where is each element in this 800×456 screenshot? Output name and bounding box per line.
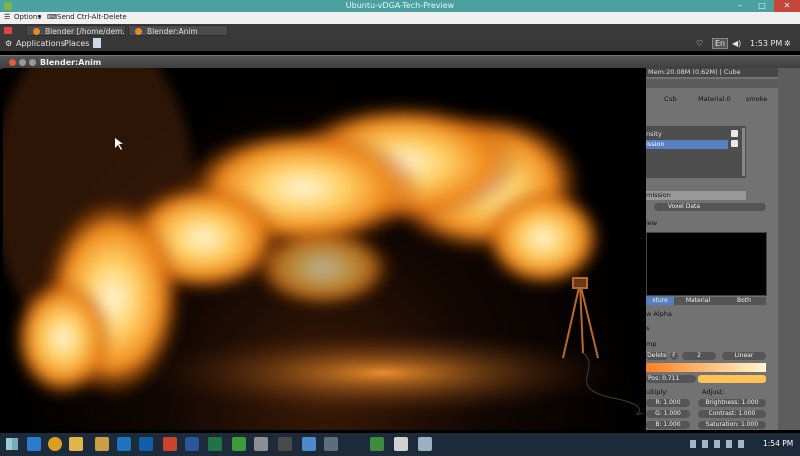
app-icon-vmware[interactable] — [370, 437, 384, 451]
blender-logo-icon — [4, 27, 12, 34]
app-icon-dark[interactable] — [324, 437, 338, 451]
lync-icon[interactable] — [117, 437, 131, 451]
volume-icon[interactable]: ◀) — [732, 39, 741, 48]
blender-icon — [33, 28, 40, 35]
r-field[interactable]: R: 1.000 — [646, 399, 690, 407]
ubuntu-window-list: Blender [/home/dem... Blender:Anim — [0, 24, 800, 38]
wifi-icon[interactable]: ♡ — [696, 39, 703, 48]
section-s: s — [646, 324, 650, 332]
g-field[interactable]: G: 1.000 — [646, 410, 690, 418]
word-icon[interactable] — [185, 437, 199, 451]
breadcrumb-smoke[interactable]: smoke — [746, 95, 767, 104]
delete-button[interactable]: Delete — [646, 352, 668, 360]
contrast-field[interactable]: Contrast: 1.000 — [698, 410, 766, 418]
ramp-header: mp — [646, 340, 657, 348]
adjust-label: Adjust: — [702, 388, 725, 396]
app-icon-gray[interactable] — [254, 437, 268, 451]
close-icon[interactable]: ✕ — [774, 0, 800, 12]
breadcrumb: Cub Material.0 smoke — [646, 95, 770, 104]
tray-icons[interactable] — [690, 440, 750, 448]
properties-scrollbar[interactable] — [778, 68, 800, 430]
texture-preview — [646, 232, 767, 296]
app-icon-remote[interactable] — [394, 437, 408, 451]
settings-gear-icon[interactable]: ✲ — [784, 39, 791, 48]
close-window-icon[interactable] — [9, 59, 16, 66]
b-field[interactable]: B: 1.000 — [646, 421, 690, 429]
texture-type-dropdown[interactable]: Voxel Data — [654, 203, 766, 211]
task-blender-anim[interactable]: Blender:Anim — [128, 25, 228, 36]
tool-icon-row — [646, 79, 778, 88]
ie-icon[interactable] — [27, 437, 41, 451]
properties-panel: Mem:20.08M (0.62M) | Cube Cub Material.0… — [646, 68, 778, 430]
app-icon-view[interactable] — [418, 437, 432, 451]
ramp-index-field[interactable]: 2 — [682, 352, 716, 360]
task-label: Blender:Anim — [147, 27, 198, 36]
keyboard-layout[interactable]: En — [712, 38, 729, 49]
task-label: Blender [/home/dem... — [45, 27, 126, 36]
applications-menu[interactable]: Applications — [16, 39, 65, 48]
blender-window-titlebar: Blender:Anim — [0, 55, 800, 69]
hamburger-icon[interactable]: ☰ — [4, 13, 10, 21]
saturation-field[interactable]: Saturation: 1.000 — [698, 421, 766, 429]
host-window-title: Ubuntu-vDGA-Tech-Preview — [345, 1, 455, 10]
info-header: Mem:20.08M (0.62M) | Cube — [646, 68, 778, 77]
windows-start-icon[interactable] — [6, 438, 18, 450]
checkbox-density[interactable] — [731, 130, 738, 137]
app-icon-green[interactable] — [232, 437, 246, 451]
checkbox-emission[interactable] — [731, 140, 738, 147]
brightness-field[interactable]: Brightness: 1.000 — [698, 399, 766, 407]
tab-material[interactable]: Material — [674, 297, 722, 305]
chrome-icon[interactable] — [48, 437, 62, 451]
texture-name-field[interactable]: mission — [646, 191, 746, 200]
slot-density[interactable]: nsity — [646, 130, 770, 139]
floor-glow — [143, 328, 623, 418]
maximize-window-icon[interactable] — [29, 59, 36, 66]
app-icon-terminal[interactable] — [278, 437, 292, 451]
minimize-icon[interactable]: – — [730, 0, 750, 12]
places-menu[interactable]: Places — [64, 39, 89, 48]
options-menu[interactable]: Options — [14, 13, 41, 21]
app-icon-blue[interactable] — [302, 437, 316, 451]
breadcrumb-cube[interactable]: Cub — [664, 95, 677, 104]
maximize-icon[interactable]: □ — [752, 0, 772, 12]
tab-both[interactable]: Both — [722, 297, 766, 305]
chevron-down-icon[interactable]: ▾ — [38, 13, 42, 21]
blender-window-title: Blender:Anim — [40, 58, 102, 67]
task-blender-home[interactable]: Blender [/home/dem... — [26, 25, 126, 36]
preview-header: iew — [646, 219, 658, 227]
taskbar-clock[interactable]: 1:54 PM — [763, 439, 793, 448]
excel-icon[interactable] — [208, 437, 222, 451]
ramp-pos-field[interactable]: Pos: 0.711 — [646, 375, 696, 383]
folder-icon[interactable] — [95, 437, 109, 451]
explorer-icon[interactable] — [69, 437, 83, 451]
panel-clock[interactable]: 1:53 PM — [750, 39, 782, 48]
gnome-foot-icon[interactable]: ⚙ — [5, 39, 12, 48]
fire-render-image — [3, 68, 644, 418]
slot-emission[interactable]: ission — [646, 140, 728, 149]
host-window-titlebar: Ubuntu-vDGA-Tech-Preview – □ ✕ — [0, 0, 800, 12]
color-ramp[interactable] — [646, 363, 766, 372]
show-alpha-checkbox[interactable]: w Alpha — [646, 310, 770, 319]
powerpoint-icon[interactable] — [163, 437, 177, 451]
minimize-window-icon[interactable] — [19, 59, 26, 66]
send-keys-icon: ⌨ — [47, 13, 58, 21]
flip-button[interactable]: F — [670, 352, 678, 360]
blender-icon — [135, 28, 142, 35]
send-ctrl-alt-delete-button[interactable]: Send Ctrl-Alt-Delete — [57, 13, 127, 21]
outlook-icon[interactable] — [139, 437, 153, 451]
document-icon[interactable] — [93, 38, 101, 48]
scrollbar[interactable] — [742, 128, 745, 176]
3d-viewport[interactable] — [3, 68, 646, 430]
tab-texture[interactable]: xture — [646, 297, 674, 305]
breadcrumb-material[interactable]: Material.0 — [698, 95, 731, 104]
windows-taskbar: 1:54 PM — [0, 433, 800, 456]
ramp-color-swatch[interactable] — [698, 375, 766, 383]
interpolation-dropdown[interactable]: Linear — [722, 352, 766, 360]
ubuntu-top-panel: ⚙ Applications Places ♡ En ◀) 1:53 PM ✲ — [0, 37, 800, 51]
